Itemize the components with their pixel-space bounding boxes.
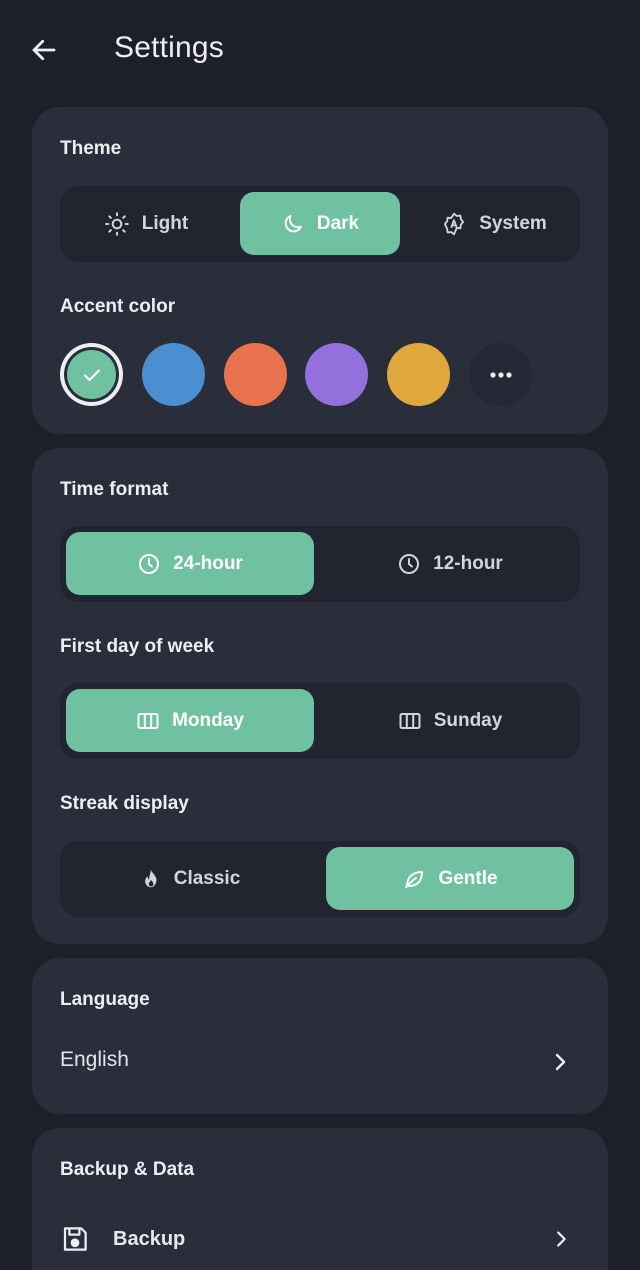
accent-color-label: Accent color — [60, 296, 176, 317]
language-row[interactable]: English — [32, 1032, 608, 1092]
theme-option-light[interactable]: Light — [66, 192, 226, 255]
save-icon — [63, 1227, 87, 1251]
accent-swatch-purple[interactable] — [305, 343, 368, 406]
theme-option-system[interactable]: System — [414, 192, 574, 255]
calendar-columns-icon — [399, 712, 421, 729]
backup-item-label: Backup — [113, 1228, 186, 1250]
backup-card: Backup & Data Backup — [32, 1128, 608, 1270]
time-format-option-24-hour[interactable]: 24-hour — [66, 532, 314, 595]
backup-row[interactable]: Backup — [32, 1208, 608, 1270]
streak-gentle-label: Gentle — [438, 867, 498, 889]
calendar-columns-icon — [137, 712, 159, 729]
accent-swatch-orange[interactable] — [224, 343, 287, 406]
more-horizontal-icon — [489, 371, 512, 378]
accent-swatch-teal-fill — [67, 350, 116, 399]
moon-icon — [284, 214, 302, 232]
language-label: Language — [60, 989, 150, 1010]
time-format-24-label: 24-hour — [173, 552, 243, 574]
time-format-12-label: 12-hour — [433, 552, 503, 574]
accent-swatch-yellow[interactable] — [387, 343, 450, 406]
page-title: Settings — [114, 31, 224, 64]
streak-display-label: Streak display — [60, 793, 189, 814]
theme-option-dark[interactable]: Dark — [240, 192, 400, 255]
flame-icon — [144, 869, 157, 887]
first-day-option-sunday[interactable]: Sunday — [326, 689, 574, 752]
streak-display-segmented-control: Classic Gentle — [60, 841, 580, 917]
preferences-card: Time format 24-hour 12-hour First day of… — [32, 448, 608, 944]
time-format-label: Time format — [60, 479, 169, 500]
back-button[interactable] — [22, 28, 66, 72]
streak-option-classic[interactable]: Classic — [66, 847, 314, 910]
arrow-left-icon — [32, 39, 56, 61]
theme-label: Theme — [60, 138, 122, 159]
sun-icon — [104, 211, 129, 236]
accent-swatch-teal[interactable] — [60, 343, 123, 406]
first-day-sunday-label: Sunday — [433, 709, 503, 731]
theme-option-system-label: System — [479, 212, 547, 234]
language-card: Language English — [32, 958, 608, 1114]
first-day-option-monday[interactable]: Monday — [66, 689, 314, 752]
theme-option-light-label: Light — [141, 212, 189, 234]
clock-icon — [139, 553, 160, 574]
first-day-monday-label: Monday — [172, 709, 244, 731]
leaf-icon — [405, 870, 424, 888]
language-value: English — [60, 1048, 129, 1071]
streak-option-gentle[interactable]: Gentle — [326, 847, 574, 910]
check-icon — [83, 368, 100, 381]
app-header: Settings — [0, 0, 640, 100]
theme-segmented-control: Light Dark System — [60, 186, 580, 262]
first-day-label: First day of week — [60, 636, 215, 657]
chevron-right-icon — [555, 1053, 566, 1071]
more-colors-button[interactable] — [469, 343, 532, 406]
auto-theme-icon — [444, 212, 465, 235]
clock-icon — [399, 553, 420, 574]
time-format-option-12-hour[interactable]: 12-hour — [326, 532, 574, 595]
accent-swatch-blue[interactable] — [142, 343, 205, 406]
theme-card: Theme Light Dark System Accent color — [32, 107, 608, 434]
streak-classic-label: Classic — [173, 867, 241, 889]
time-format-segmented-control: 24-hour 12-hour — [60, 526, 580, 602]
backup-data-label: Backup & Data — [60, 1159, 195, 1180]
first-day-segmented-control: Monday Sunday — [60, 683, 580, 759]
chevron-right-icon — [557, 1231, 566, 1247]
theme-option-dark-label: Dark — [316, 212, 360, 234]
